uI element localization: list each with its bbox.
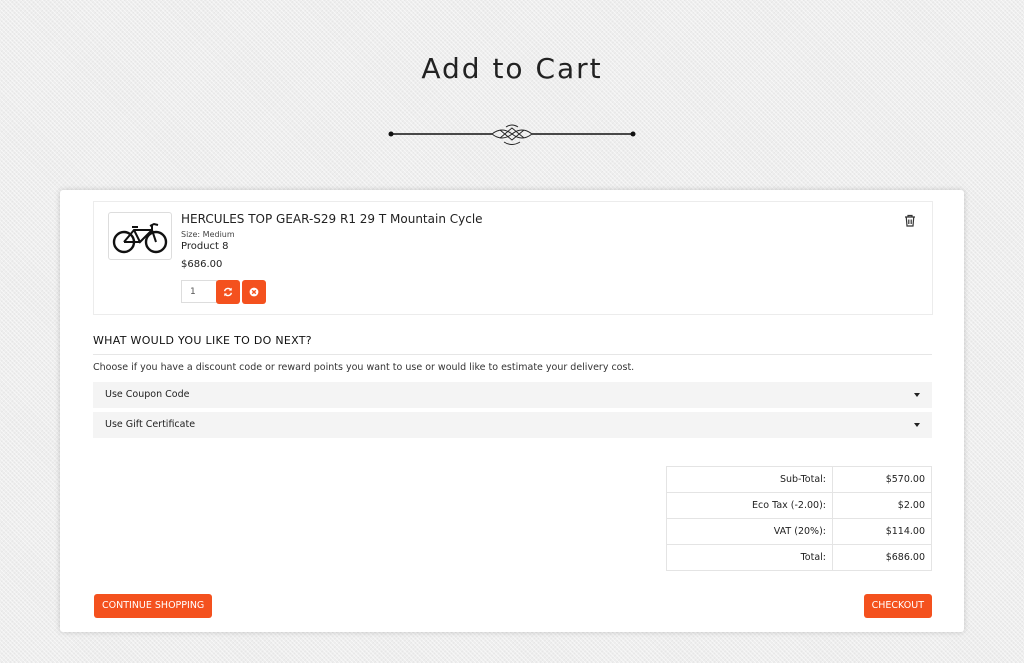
cart-item: HERCULES TOP GEAR-S29 R1 29 T Mountain C… [93, 201, 933, 315]
product-size: Size: Medium [181, 230, 235, 239]
totals-label: Eco Tax (-2.00): [666, 492, 833, 519]
next-steps-heading: WHAT WOULD YOU LIKE TO DO NEXT? [93, 334, 312, 347]
page-title: Add to Cart [421, 52, 603, 85]
table-row: Sub-Total: $570.00 [666, 466, 932, 493]
checkout-button[interactable]: CHECKOUT [863, 594, 932, 618]
close-circle-icon [249, 287, 259, 297]
totals-table: Sub-Total: $570.00 Eco Tax (-2.00): $2.0… [666, 466, 932, 571]
remove-item-button[interactable] [242, 280, 266, 304]
gift-certificate-label: Use Gift Certificate [105, 419, 196, 430]
caret-down-icon [914, 423, 920, 427]
refresh-icon [223, 287, 233, 297]
product-thumbnail[interactable] [108, 212, 172, 260]
totals-label: Total: [666, 544, 833, 571]
title-divider-ornament [388, 124, 636, 145]
trash-icon[interactable] [904, 214, 916, 227]
gift-certificate-panel[interactable]: Use Gift Certificate [93, 412, 932, 438]
product-model: Product 8 [181, 241, 229, 252]
totals-value: $686.00 [832, 544, 932, 571]
totals-value: $2.00 [832, 492, 932, 519]
product-name[interactable]: HERCULES TOP GEAR-S29 R1 29 T Mountain C… [181, 212, 483, 226]
caret-down-icon [914, 393, 920, 397]
bicycle-icon [112, 222, 168, 254]
table-row: Total: $686.00 [666, 544, 932, 571]
quantity-input[interactable] [181, 280, 217, 303]
totals-value: $114.00 [832, 518, 932, 545]
coupon-code-label: Use Coupon Code [105, 389, 190, 400]
totals-value: $570.00 [832, 466, 932, 493]
totals-label: VAT (20%): [666, 518, 833, 545]
update-quantity-button[interactable] [216, 280, 240, 304]
cart-panel: HERCULES TOP GEAR-S29 R1 29 T Mountain C… [60, 190, 964, 632]
totals-label: Sub-Total: [666, 466, 833, 493]
table-row: VAT (20%): $114.00 [666, 518, 932, 545]
coupon-code-panel[interactable]: Use Coupon Code [93, 382, 932, 408]
product-price: $686.00 [181, 259, 223, 270]
divider [93, 354, 932, 355]
table-row: Eco Tax (-2.00): $2.00 [666, 492, 932, 519]
next-steps-description: Choose if you have a discount code or re… [93, 362, 635, 373]
continue-shopping-button[interactable]: CONTINUE SHOPPING [94, 594, 213, 618]
